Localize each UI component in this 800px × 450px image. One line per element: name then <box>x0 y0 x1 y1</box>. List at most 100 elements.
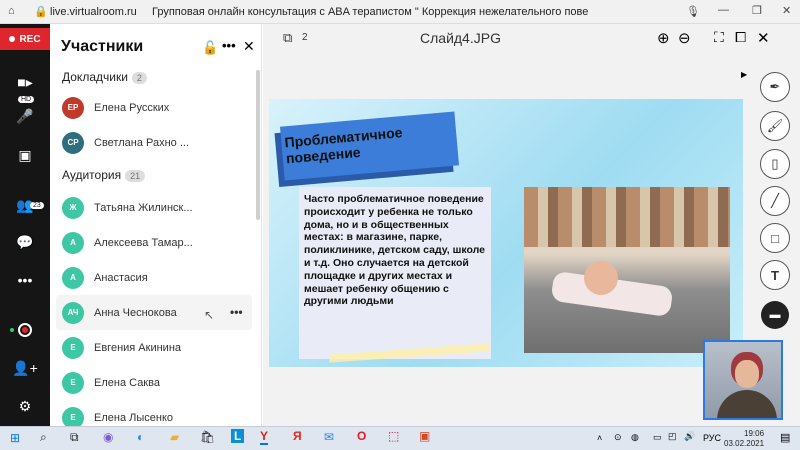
minimize-icon[interactable]: — <box>718 4 729 16</box>
battery-icon[interactable]: ▭ <box>653 432 662 443</box>
back-icon[interactable]: ⌂ <box>8 5 15 17</box>
zoom-in-icon[interactable]: ⊕ <box>657 29 670 47</box>
zoom-out-icon[interactable]: ⊖ <box>678 29 691 47</box>
more-button[interactable]: ••• <box>0 268 50 292</box>
pen-tool[interactable]: ✒ <box>760 72 790 102</box>
microphone-button[interactable]: 🎤 <box>0 104 50 128</box>
search-icon[interactable]: ⌕ <box>40 430 47 445</box>
cortana-icon[interactable]: ◉ <box>103 430 113 444</box>
edge-icon[interactable]: ◐ <box>137 430 144 444</box>
audience-header: Аудитория 21 <box>62 168 146 182</box>
pages-icon[interactable]: ⧉ <box>283 30 292 46</box>
shelves-background <box>524 187 730 247</box>
participant-row[interactable]: Е Евгения Акинина <box>56 330 252 365</box>
add-user-icon: 👤+ <box>12 359 38 376</box>
network-icon[interactable]: ◰ <box>668 431 677 442</box>
participant-name: Евгения Акинина <box>94 341 182 354</box>
participant-row[interactable]: А Алексеева Тамар... <box>56 225 252 260</box>
participant-row[interactable]: Е Елена Саква <box>56 365 252 400</box>
fullscreen-icon[interactable]: ⛶ <box>714 29 724 46</box>
mail-icon[interactable]: ✉ <box>324 430 334 444</box>
volume-icon[interactable]: 🔊 <box>684 431 695 442</box>
store-icon[interactable]: 🛍 <box>200 430 215 444</box>
start-icon[interactable]: ⊞ <box>10 431 20 445</box>
slide-photo <box>524 187 730 353</box>
yandex-icon[interactable]: Я <box>293 429 302 443</box>
page-title: Групповая онлайн консультация с ABA тера… <box>152 6 588 18</box>
avatar: А <box>62 231 84 254</box>
record-settings-button[interactable] <box>0 318 50 342</box>
windows-taskbar: ⊞ ⌕ ⧉ ◉ ◐ ▰ 🛍 L Y Я ✉ O ⬚ ▣ ˄ ⊙ ◍ ▭ ◰ 🔊 … <box>0 426 800 450</box>
avatar: АЧ <box>62 301 84 324</box>
settings-button[interactable]: ⚙ <box>0 394 50 418</box>
chat-button[interactable]: 💬 <box>0 230 50 254</box>
participant-row[interactable]: А Анастасия <box>56 260 252 295</box>
language-indicator[interactable]: РУС <box>703 433 721 443</box>
lock-icon[interactable]: 🔓 <box>202 40 218 56</box>
record-button[interactable]: REC <box>0 28 50 50</box>
yandex-browser-icon[interactable]: Y <box>260 429 269 445</box>
opera-icon[interactable]: O <box>357 429 366 443</box>
avatar: СР <box>62 131 84 154</box>
url-text[interactable]: live.virtualroom.ru <box>50 6 137 18</box>
participant-name: Татьяна Жилинск... <box>94 201 193 214</box>
status-dot <box>10 328 14 332</box>
participant-row[interactable]: АЧ Анна Чеснокова <box>56 295 252 330</box>
speaker-video[interactable] <box>703 340 783 420</box>
mic-off-icon[interactable]: 🎙 <box>686 5 700 18</box>
avatar: Е <box>62 336 84 359</box>
participant-name: Елена Русских <box>94 101 170 114</box>
participants-count-badge: 23 <box>30 194 44 212</box>
pages-count: 2 <box>302 32 308 43</box>
close-file-icon[interactable]: ✕ <box>757 29 770 47</box>
whiteboard-button[interactable]: ▬ <box>761 301 789 329</box>
scrollbar[interactable] <box>256 70 260 220</box>
powerpoint-icon[interactable]: ▣ <box>419 429 430 443</box>
screen-share-button[interactable]: ▣ <box>0 143 50 167</box>
tray-app-icon[interactable]: ⊙ <box>614 432 622 443</box>
maximize-icon[interactable]: ❐ <box>752 4 762 17</box>
line-tool[interactable]: ╱ <box>760 186 790 216</box>
expand-tools-icon[interactable]: ▶ <box>741 70 747 79</box>
speakers-header: Докладчики 2 <box>62 70 147 84</box>
avatar: ЕР <box>62 96 84 119</box>
participant-row[interactable]: ЕР Елена Русских <box>56 90 252 125</box>
participant-row[interactable]: Ж Татьяна Жилинск... <box>56 190 252 225</box>
crop-icon[interactable]: ⧠ <box>735 29 746 46</box>
eraser-icon: ▯ <box>771 156 779 171</box>
participant-row[interactable]: СР Светлана Рахно ... <box>56 125 252 160</box>
task-view-icon[interactable]: ⧉ <box>70 430 79 445</box>
acrobat-icon[interactable]: ⬚ <box>388 429 399 443</box>
participant-name: Елена Саква <box>94 376 160 389</box>
file-explorer-icon[interactable]: ▰ <box>170 430 179 444</box>
eraser-tool[interactable]: ▯ <box>760 149 790 179</box>
child-head <box>584 261 618 295</box>
close-window-icon[interactable]: ✕ <box>782 4 791 17</box>
avatar: А <box>62 266 84 289</box>
text-tool[interactable]: T <box>760 260 790 290</box>
file-name: Слайд4.JPG <box>420 30 501 46</box>
tray-sync-icon[interactable]: ◍ <box>631 432 639 443</box>
avatar: Е <box>62 371 84 394</box>
microphone-icon: 🎤 <box>16 107 34 124</box>
participant-more-icon[interactable]: ••• <box>230 305 243 319</box>
notifications-icon[interactable]: ▤ <box>780 431 790 444</box>
brush-tool[interactable]: 🖌 <box>760 111 790 141</box>
audience-count: 21 <box>125 169 146 182</box>
clock[interactable]: 19:06 03.02.2021 <box>724 429 764 449</box>
rectangle-tool[interactable]: □ <box>760 223 790 253</box>
close-panel-icon[interactable]: ✕ <box>243 38 255 55</box>
invite-button[interactable]: 👤+ <box>0 356 50 380</box>
participant-name: Елена Лысенко <box>94 411 173 424</box>
speaker-face <box>735 360 759 388</box>
participant-name: Анна Чеснокова <box>94 306 177 319</box>
more-icon[interactable]: ••• <box>222 38 236 53</box>
record-dot-icon <box>9 36 16 42</box>
participant-name: Анастасия <box>94 271 148 284</box>
slide-image: Проблематичное поведение Часто проблемат… <box>269 99 743 367</box>
gear-icon: ⚙ <box>18 397 32 414</box>
speakers-count: 2 <box>131 71 147 84</box>
app-l-icon[interactable]: L <box>231 429 245 443</box>
line-icon: ╱ <box>771 193 779 208</box>
tray-up-icon[interactable]: ˄ <box>597 433 602 443</box>
